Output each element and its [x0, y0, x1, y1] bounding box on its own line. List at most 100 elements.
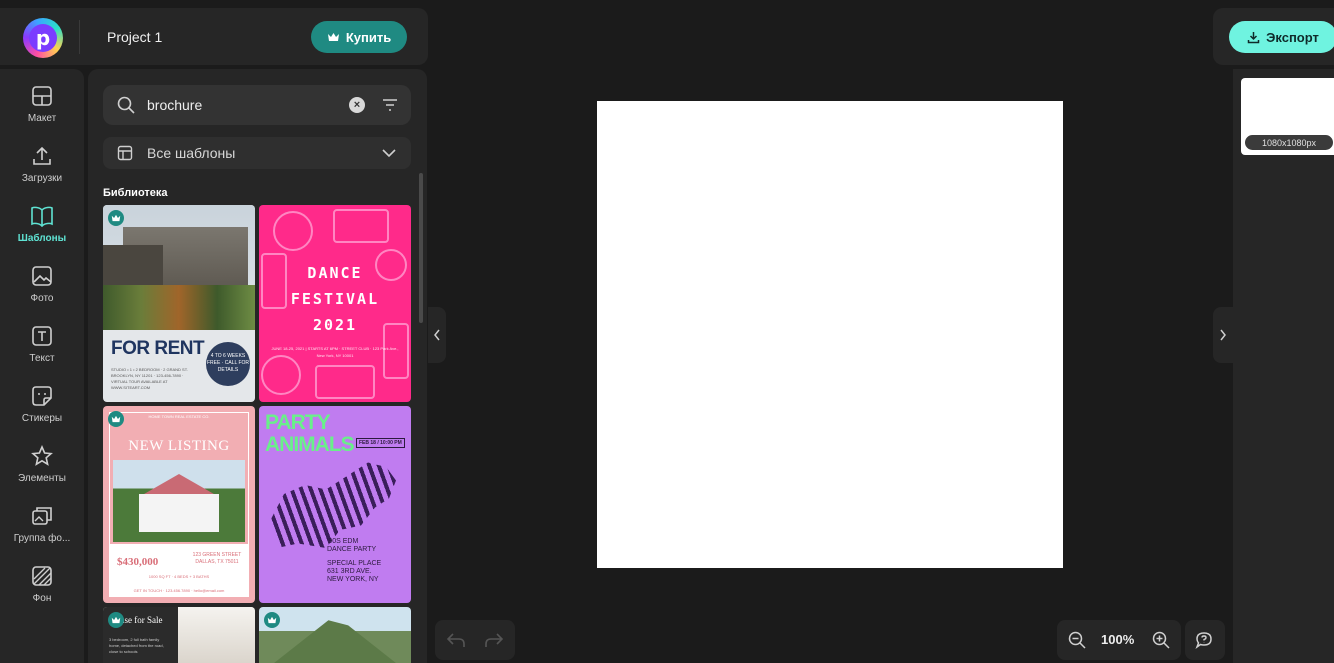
expand-pages-button[interactable] [1213, 307, 1233, 363]
chevron-right-icon [1220, 329, 1226, 341]
template-title: DANCE FESTIVAL 2021 [259, 260, 411, 338]
premium-crown-icon [264, 612, 280, 628]
tool-templates[interactable]: Шаблоны [0, 204, 84, 260]
book-icon [30, 204, 54, 228]
template-card[interactable]: FOR RENT 4 TO 6 WEEKS FREE · CALL FOR DE… [103, 205, 255, 402]
boombox-shape [333, 209, 389, 243]
tool-label: Стикеры [21, 413, 63, 424]
roof-shape [140, 474, 218, 496]
history-controls [435, 620, 515, 660]
zoom-controls: 100% [1057, 620, 1181, 660]
tool-rail: Макет Загрузки Шаблоны Фото Текст Стикер… [0, 69, 84, 663]
tool-label: Загрузки [21, 173, 63, 184]
template-card[interactable]: PARTY ANIMALS FEB 18 / 10:00 PM '90S EDM… [259, 406, 411, 603]
record-shape [273, 211, 313, 251]
room-photo [178, 607, 255, 663]
divider [79, 20, 80, 54]
template-card[interactable] [259, 607, 411, 663]
house-photo [113, 460, 245, 542]
redo-icon[interactable] [483, 629, 505, 651]
listing-details: 1000 SQ FT · 4 BEDS + 3 BATHS [148, 574, 210, 579]
panel-scrollbar[interactable] [419, 173, 423, 323]
zoom-level[interactable]: 100% [1101, 632, 1134, 647]
trees-shape [103, 285, 255, 330]
project-title[interactable]: Project 1 [107, 29, 162, 45]
tool-uploads[interactable]: Загрузки [0, 144, 84, 200]
editor-app: p Project 1 Купить Экспорт Макет Загрузк… [0, 0, 1334, 663]
search-icon [117, 96, 135, 114]
rhino-illustration [270, 462, 396, 548]
tool-layout[interactable]: Макет [0, 84, 84, 140]
title-line: DANCE [307, 264, 363, 282]
category-label: Все шаблоны [147, 145, 236, 161]
template-info: JUNE 18-25, 2021 | STARTS AT 6PM · STREE… [271, 346, 399, 358]
design-canvas[interactable] [597, 101, 1063, 568]
template-card[interactable]: House for Sale 3 bedroom, 2 full bath fa… [103, 607, 255, 663]
undo-icon[interactable] [445, 629, 467, 651]
tool-photos[interactable]: Фото [0, 264, 84, 320]
upload-icon [30, 144, 54, 168]
premium-crown-icon [108, 612, 124, 628]
template-category-select[interactable]: Все шаблоны [103, 137, 411, 169]
template-fine-print: STUDIO • 1 • 2 BEDROOM · 2 GRAND ST. BRO… [111, 367, 188, 390]
photo-group-icon [30, 504, 54, 528]
background-icon [30, 564, 54, 588]
chevron-down-icon [382, 149, 396, 158]
chevron-left-icon [434, 329, 440, 341]
tool-label: Текст [29, 353, 55, 364]
page-size-label: 1080x1080px [1245, 135, 1333, 150]
mountain-photo [269, 620, 401, 663]
buy-label: Купить [345, 29, 392, 45]
help-button[interactable] [1185, 620, 1225, 660]
layout-icon [30, 84, 54, 108]
template-title: PARTY ANIMALS [265, 411, 355, 456]
sticker-icon [30, 384, 54, 408]
listing-address: 123 GREEN STREET DALLAS, TX 75011 [192, 552, 242, 565]
detail-line: 631 3RD AVE. [327, 568, 372, 575]
tool-label: Группа фо... [13, 533, 71, 544]
record-shape [261, 355, 301, 395]
app-logo-icon[interactable]: p [23, 18, 63, 58]
template-title: FOR RENT [111, 338, 205, 359]
template-card[interactable]: HOME TOWN REAL ESTATE CO. NEW LISTING $4… [103, 406, 255, 603]
detail-line: '90S EDM [327, 538, 359, 545]
tool-label: Фото [30, 293, 54, 304]
templates-panel: × Все шаблоны Библиотека FOR RENT 4 TO 6… [88, 69, 427, 663]
title-line: FESTIVAL [290, 290, 380, 308]
tool-text[interactable]: Текст [0, 324, 84, 380]
search-box: × [103, 85, 411, 125]
star-icon [30, 444, 54, 468]
template-details: '90S EDM DANCE PARTY SPECIAL PLACE 631 3… [327, 538, 381, 584]
filter-icon[interactable] [381, 96, 399, 114]
export-label: Экспорт [1266, 29, 1319, 45]
tool-label: Элементы [18, 473, 66, 484]
top-bar: p Project 1 Купить [0, 8, 428, 65]
detail-line: DANCE PARTY [327, 546, 377, 553]
collapse-panel-button[interactable] [428, 307, 446, 363]
premium-crown-icon [108, 210, 124, 226]
buy-button[interactable]: Купить [311, 21, 407, 53]
template-date: FEB 18 / 10:00 PM [356, 438, 405, 448]
search-input[interactable] [147, 94, 347, 116]
template-list-icon [117, 145, 133, 161]
tool-photo-group[interactable]: Группа фо... [0, 504, 84, 560]
zoom-in-icon[interactable] [1151, 630, 1171, 650]
tool-elements[interactable]: Элементы [0, 444, 84, 500]
clear-search-icon[interactable]: × [349, 97, 365, 113]
template-card[interactable]: DANCE FESTIVAL 2021 JUNE 18-25, 2021 | S… [259, 205, 411, 402]
help-chat-icon [1195, 632, 1212, 650]
pages-panel: 1080x1080px [1233, 69, 1334, 663]
listing-contact: GET IN TOUCH · 123.456.7890 · hello@emai… [133, 588, 225, 593]
zoom-out-icon[interactable] [1067, 630, 1087, 650]
text-icon [30, 324, 54, 348]
detail-line: NEW YORK, NY [327, 576, 379, 583]
tool-stickers[interactable]: Стикеры [0, 384, 84, 440]
tool-background[interactable]: Фон [0, 564, 84, 620]
listing-price: $430,000 [117, 556, 159, 568]
listing-info: $430,000 123 GREEN STREET DALLAS, TX 750… [109, 544, 249, 597]
export-button[interactable]: Экспорт [1229, 21, 1334, 53]
page-thumbnail[interactable]: 1080x1080px [1241, 78, 1334, 155]
template-agency: HOME TOWN REAL ESTATE CO. [148, 414, 210, 419]
boombox-shape [315, 365, 375, 399]
image-icon [30, 264, 54, 288]
